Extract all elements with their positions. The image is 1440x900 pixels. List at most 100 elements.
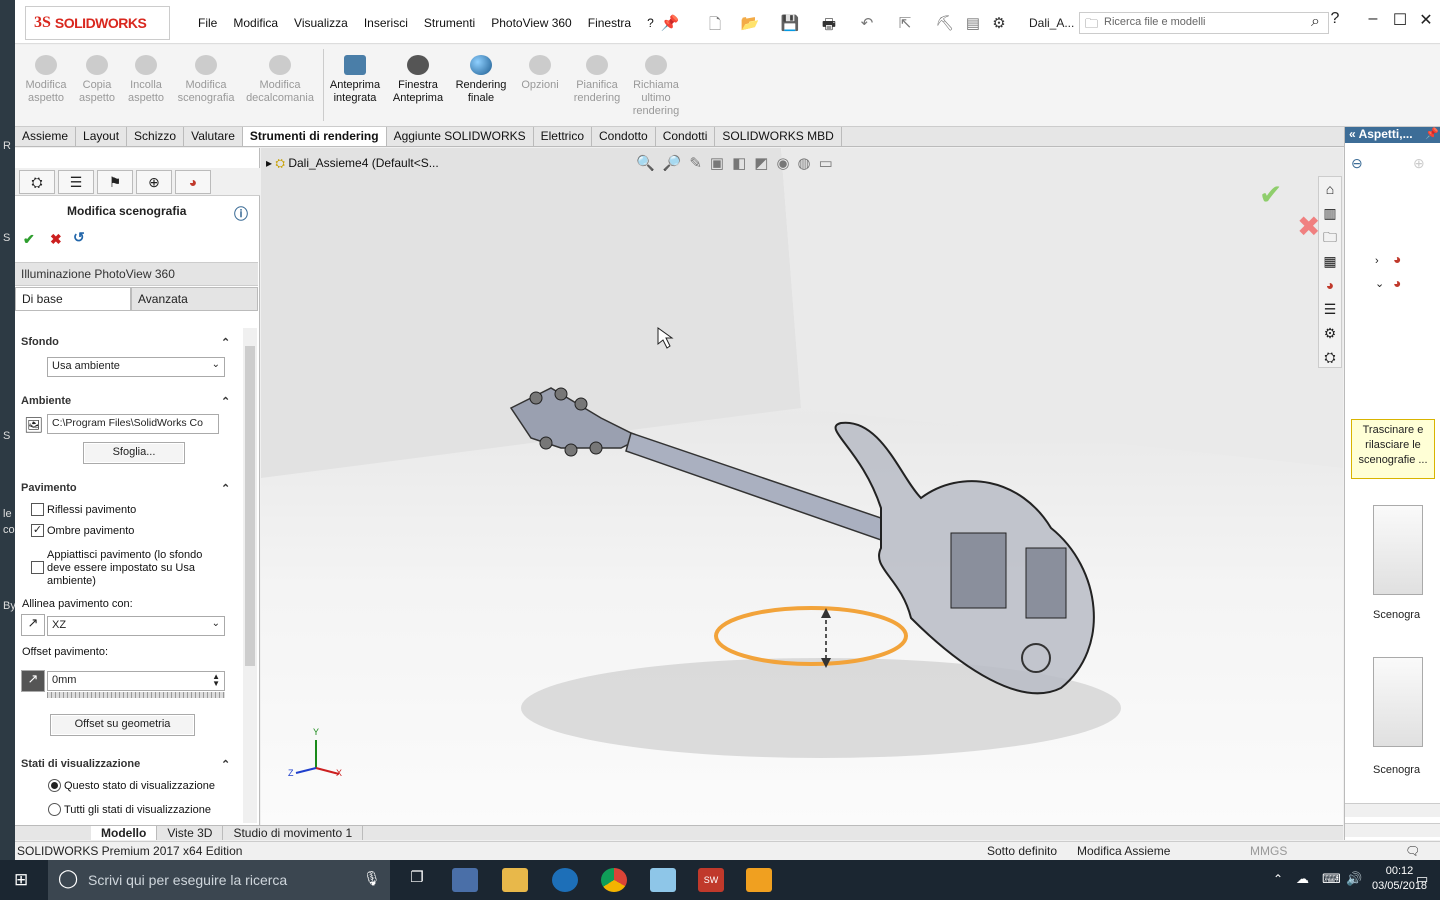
confirm-check-icon[interactable]: ✔ <box>1259 178 1282 211</box>
horizontal-scrollbar[interactable] <box>1345 803 1440 817</box>
questo-stato-radio[interactable] <box>48 779 61 792</box>
richiama-ultimo-rendering-button[interactable]: Richiama ultimo rendering <box>629 55 683 118</box>
save-icon[interactable]: 💾 <box>780 14 800 32</box>
pavimento-group-header[interactable]: Pavimento ⌃ <box>21 482 241 495</box>
menu-finestra[interactable]: Finestra <box>580 16 639 30</box>
offset-su-geometria-button[interactable]: Offset su geometria <box>50 714 195 736</box>
collapse-tree-icon[interactable]: ⌄ <box>1375 277 1384 290</box>
tab-aggiunte[interactable]: Aggiunte SOLIDWORKS <box>387 127 534 146</box>
tab-studio-movimento[interactable]: Studio di movimento 1 <box>223 826 364 840</box>
property-manager-icon[interactable]: ☰ <box>58 170 94 194</box>
tab-viste-3d[interactable]: Viste 3D <box>157 826 224 840</box>
feature-manager-icon[interactable]: ⛭ <box>19 170 55 194</box>
tooltip-icon[interactable]: 🗨 <box>1405 844 1420 858</box>
file-explorer-taskbar-icon[interactable] <box>502 868 528 892</box>
forum-icon[interactable]: ⚙ <box>1319 321 1341 345</box>
menu-file[interactable]: File <box>190 16 225 30</box>
appearances-icon[interactable]: ◕ <box>1319 273 1341 297</box>
pin-icon[interactable]: 📌 <box>660 14 680 32</box>
subtab-di-base[interactable]: Di base <box>15 287 131 311</box>
close-button[interactable]: ✕ <box>1416 10 1436 30</box>
menu-inserisci[interactable]: Inserisci <box>356 16 416 30</box>
opzioni-button[interactable]: Opzioni <box>517 55 563 92</box>
undo-arrow-icon[interactable]: ↺ <box>73 229 85 246</box>
ambiente-path-field[interactable]: C:\Program Files\SolidWorks Co <box>47 414 219 434</box>
collapse-icon[interactable]: ⌃ <box>221 395 230 408</box>
tab-assieme[interactable]: Assieme <box>15 127 77 146</box>
heads-up-view-toolbar[interactable]: 🔍🔎✎▣◧◩◉◍▭ <box>636 154 841 172</box>
ccleaner-icon[interactable] <box>552 868 578 892</box>
options-gear-icon[interactable]: ⚙ <box>989 14 1009 32</box>
feature-tree-flyout[interactable]: ▸ ⛭ Dali_Assieme4 (Default<S... <box>266 156 439 171</box>
collapse-icon[interactable]: ⌃ <box>221 482 230 495</box>
finestra-anteprima-button[interactable]: Finestra Anteprima <box>389 55 447 105</box>
volume-icon[interactable]: 🔊 <box>1346 871 1362 887</box>
rendering-finale-button[interactable]: Rendering finale <box>451 55 511 105</box>
view-palette-icon[interactable]: ▦ <box>1319 249 1341 273</box>
maximize-button[interactable]: ☐ <box>1390 10 1410 30</box>
anteprima-integrata-button[interactable]: Anteprima integrata <box>327 55 383 105</box>
menu-visualizza[interactable]: Visualizza <box>286 16 356 30</box>
display-manager-icon[interactable]: ◕ <box>175 170 211 194</box>
notes-icon[interactable] <box>650 868 676 892</box>
expand-tree-icon[interactable]: › <box>1375 255 1379 267</box>
collapse-chevrons-icon[interactable]: « <box>1349 127 1356 141</box>
minimize-button[interactable]: – <box>1363 10 1383 28</box>
tab-strumenti-di-rendering[interactable]: Strumenti di rendering <box>242 127 387 146</box>
pianifica-rendering-button[interactable]: Pianifica rendering <box>567 55 627 105</box>
custom-properties-icon[interactable]: ☰ <box>1319 297 1341 321</box>
ombre-checkbox[interactable]: ✓ <box>31 524 44 537</box>
configuration-manager-icon[interactable]: ⚑ <box>97 170 133 194</box>
modifica-aspetto-button[interactable]: Modifica aspetto <box>21 55 71 105</box>
microphone-icon[interactable]: 🎙 <box>363 870 381 887</box>
tab-schizzo[interactable]: Schizzo <box>127 127 185 146</box>
help-circle-icon[interactable]: ⓘ <box>234 204 248 224</box>
scene-folder-thumbnail[interactable] <box>1373 505 1423 595</box>
tab-modello[interactable]: Modello <box>91 826 158 840</box>
viewport-window-controls[interactable]: ◧ ◨ – ❐ ✕ <box>1227 148 1296 150</box>
notifications-icon[interactable]: ▭ <box>1416 871 1428 887</box>
tutti-stati-radio[interactable] <box>48 803 61 816</box>
modifica-decalcomania-button[interactable]: Modifica decalcomania <box>243 55 317 105</box>
cancel-x-corner-icon[interactable]: ✖ <box>1297 210 1320 243</box>
solidworks-logo[interactable]: 3S SOLIDWORKS <box>25 6 170 40</box>
taskbar-search[interactable]: ◯ Scrivi qui per eseguire la ricerca 🎙 <box>48 860 390 900</box>
panel-scrollbar[interactable] <box>243 328 257 823</box>
chrome-icon[interactable] <box>601 868 627 892</box>
search-icon[interactable]: ⌕ <box>1311 13 1320 31</box>
tab-mbd[interactable]: SOLIDWORKS MBD <box>715 127 842 146</box>
scroll-thumb[interactable] <box>245 346 255 666</box>
ok-check-icon[interactable]: ✔ <box>23 231 35 248</box>
search-input[interactable]: 🗀 Ricerca file e modelli ⌕ <box>1079 12 1329 34</box>
collapse-icon[interactable]: ⌃ <box>221 758 230 771</box>
tab-condotto[interactable]: Condotto <box>592 127 656 146</box>
undo-icon[interactable]: ↶ <box>857 14 877 32</box>
menu-photoview[interactable]: PhotoView 360 <box>483 16 580 30</box>
incolla-aspetto-button[interactable]: Incolla aspetto <box>123 55 169 105</box>
forward-arrow-icon[interactable]: ⊕ <box>1413 155 1425 172</box>
expand-arrow-icon[interactable]: ▸ <box>266 156 272 170</box>
tab-elettrico[interactable]: Elettrico <box>534 127 592 146</box>
tray-chevron-icon[interactable]: ⌃ <box>1273 872 1283 886</box>
riflessi-checkbox[interactable] <box>31 503 44 516</box>
menu-help[interactable]: ? <box>639 16 662 30</box>
task-view-icon[interactable]: ❐ <box>404 868 430 892</box>
stati-group-header[interactable]: Stati di visualizzazione ⌃ <box>21 758 241 771</box>
file-properties-icon[interactable]: ▤ <box>963 14 983 32</box>
horizontal-scrollbar[interactable] <box>1345 823 1440 837</box>
tab-condotti[interactable]: Condotti <box>656 127 716 146</box>
graphics-area[interactable]: ✔ ✖ Y X Z ▸ ⛭ Dali_Assieme4 (Default<S..… <box>261 148 1343 825</box>
file-explorer-icon[interactable]: 🗀 <box>1319 225 1341 249</box>
scene-folder-thumbnail[interactable] <box>1373 657 1423 747</box>
offset-direction-icon[interactable]: ↗ <box>21 670 45 692</box>
sfondo-select[interactable]: Usa ambiente ⌄ <box>47 357 225 377</box>
cloud-icon[interactable]: ☁ <box>1296 871 1309 887</box>
floor-gizmo-ring[interactable] <box>714 606 908 666</box>
print-icon[interactable]: 🖶 <box>819 14 839 33</box>
sfondo-group-header[interactable]: Sfondo ⌃ <box>21 336 241 349</box>
pin-icon[interactable]: 📌 <box>1425 127 1439 140</box>
network-icon[interactable]: ⌨ <box>1322 871 1341 887</box>
menu-strumenti[interactable]: Strumenti <box>416 16 483 30</box>
new-icon[interactable]: 🗋 <box>705 14 725 33</box>
cancel-x-icon[interactable]: ✖ <box>50 231 62 248</box>
